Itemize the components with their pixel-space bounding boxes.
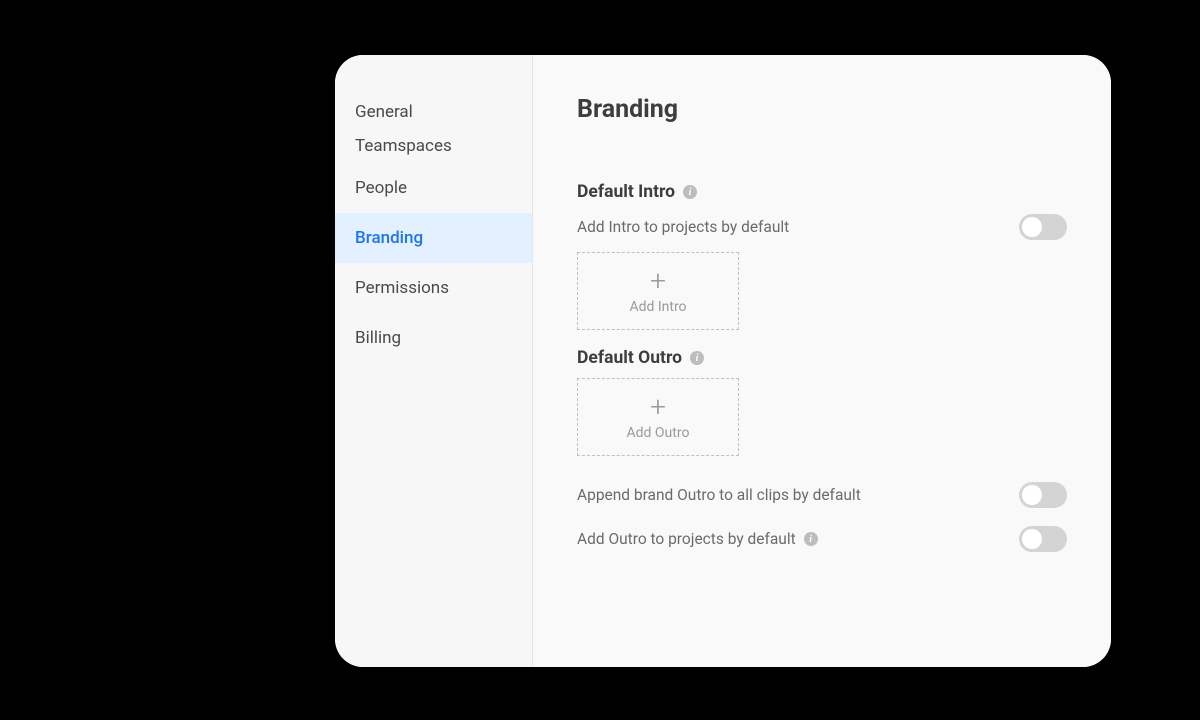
sidebar-item-branding[interactable]: Branding [335,213,532,263]
outro-add-label-text: Add Outro to projects by default [577,530,796,548]
outro-append-row: Append brand Outro to all clips by defau… [577,482,1067,508]
intro-dropzone-label: Add Intro [629,299,686,315]
outro-section-title: Default Outro i [577,348,1067,368]
sidebar-item-label: Permissions [355,278,449,298]
outro-add-label: Add Outro to projects by default i [577,530,818,548]
sidebar-item-label: Branding [355,228,423,248]
info-icon[interactable]: i [804,532,818,546]
add-intro-dropzone[interactable]: + Add Intro [577,252,739,330]
plus-icon: + [650,267,666,295]
sidebar-item-label: General [355,102,413,122]
outro-dropzone-label: Add Outro [627,425,690,441]
intro-section-title: Default Intro i [577,182,1067,202]
content-panel: Branding Default Intro i Add Intro to pr… [533,55,1111,667]
sidebar-item-permissions[interactable]: Permissions [335,263,532,313]
plus-icon: + [650,393,666,421]
outro-append-label: Append brand Outro to all clips by defau… [577,486,861,504]
page-title: Branding [577,95,1067,124]
add-outro-dropzone[interactable]: + Add Outro [577,378,739,456]
sidebar: General Teamspaces People Branding Permi… [335,55,533,667]
sidebar-item-general[interactable]: General [335,95,532,129]
outro-add-toggle[interactable] [1019,526,1067,552]
sidebar-item-teamspaces[interactable]: Teamspaces [335,129,532,163]
sidebar-item-label: People [355,178,407,198]
info-icon[interactable]: i [683,185,697,199]
sidebar-item-label: Billing [355,328,401,348]
outro-append-toggle[interactable] [1019,482,1067,508]
outro-title-text: Default Outro [577,348,682,368]
sidebar-item-billing[interactable]: Billing [335,313,532,363]
intro-title-text: Default Intro [577,182,675,202]
intro-toggle-label: Add Intro to projects by default [577,218,789,236]
info-icon[interactable]: i [690,351,704,365]
settings-window: General Teamspaces People Branding Permi… [335,55,1111,667]
intro-toggle[interactable] [1019,214,1067,240]
intro-toggle-row: Add Intro to projects by default [577,214,1067,240]
sidebar-item-label: Teamspaces [355,136,452,156]
sidebar-item-people[interactable]: People [335,163,532,213]
outro-add-row: Add Outro to projects by default i [577,526,1067,552]
